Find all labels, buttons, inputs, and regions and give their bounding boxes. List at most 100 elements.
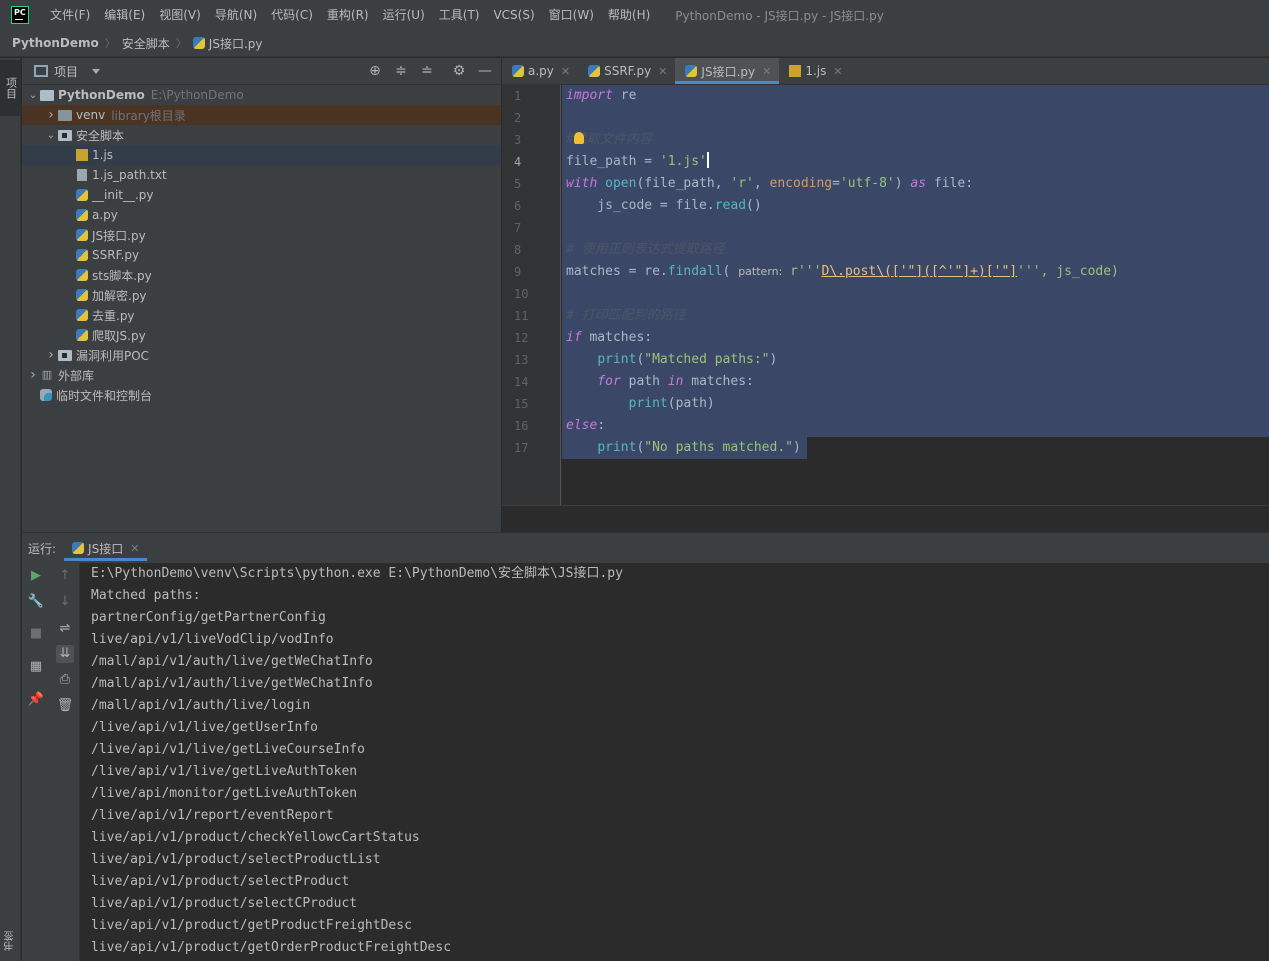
bookmarks-tool-button[interactable]: 书签 — [0, 921, 21, 961]
code-token: js_code = file. — [566, 198, 715, 213]
menu-item[interactable]: 运行(U) — [376, 0, 432, 30]
tree-item[interactable]: 临时文件和控制台 — [22, 385, 501, 405]
close-icon[interactable]: ✕ — [658, 65, 667, 78]
console-line: Matched paths: — [91, 588, 201, 603]
code-line-5[interactable]: with open(file_path, 'r', encoding='utf-… — [562, 173, 1269, 195]
code-line-9[interactable]: matches = re.findall( pattern: r'''D\.po… — [562, 261, 1269, 283]
code-token: read — [714, 198, 747, 213]
breadcrumb-folder[interactable]: 安全脚本 — [122, 35, 170, 52]
close-icon[interactable]: ✕ — [130, 542, 139, 555]
menu-item[interactable]: 视图(V) — [152, 0, 208, 30]
soft-wrap-icon[interactable]: ⇌ — [56, 620, 74, 638]
menu-item[interactable]: 重构(R) — [320, 0, 376, 30]
tree-item[interactable]: ⌄ PythonDemo E:\PythonDemo — [22, 85, 501, 105]
code-lines[interactable]: import re #读取文件内容 file_path = '1.js' wit… — [562, 85, 1269, 459]
tree-item[interactable]: a.py — [22, 205, 501, 225]
menu-item[interactable]: 导航(N) — [208, 0, 264, 30]
code-line-8[interactable]: # 使用正则表达式提取路径 — [562, 239, 1269, 261]
editor-tab[interactable]: a.py ✕ — [502, 58, 578, 84]
menu-item[interactable]: 文件(F) — [43, 0, 97, 30]
menu-item[interactable]: 帮助(H) — [601, 0, 657, 30]
tree-item[interactable]: 1.js_path.txt — [22, 165, 501, 185]
tree-item[interactable]: JS接口.py — [22, 225, 501, 245]
code-line-12[interactable]: if matches: — [562, 327, 1269, 349]
code-area[interactable]: 1 2 3 4 5 6 7 8 9 10 11 12 13 14 15 16 17 import re #读取文… — [502, 85, 1269, 505]
project-tool-button[interactable]: 项目 — [0, 60, 21, 116]
scroll-end-icon[interactable]: ⇊ — [56, 645, 74, 663]
chevron-down-icon[interactable]: ⌄ — [44, 130, 58, 141]
editor-tab[interactable]: 1.js ✕ — [779, 58, 850, 84]
python-file-icon — [685, 65, 698, 77]
tree-item[interactable]: › venv library根目录 — [22, 105, 501, 125]
menu-item[interactable]: 工具(T) — [432, 0, 487, 30]
code-line-1[interactable]: import re — [562, 85, 1269, 107]
code-token: print — [597, 352, 637, 367]
tree-item[interactable]: SSRF.py — [22, 245, 501, 265]
close-icon[interactable]: ✕ — [561, 65, 570, 78]
code-line-6[interactable]: js_code = file.read() — [562, 195, 1269, 217]
line-number: 7 — [514, 221, 522, 235]
menu-item[interactable]: 代码(C) — [264, 0, 320, 30]
tree-item[interactable]: 去重.py — [22, 305, 501, 325]
run-icon[interactable]: ▶ — [27, 567, 45, 585]
locate-icon[interactable]: ⊕ — [367, 63, 383, 79]
trash-icon[interactable]: 🗑 — [56, 697, 74, 715]
console-line: live/api/v1/product/selectCProduct — [91, 896, 358, 911]
menu-item[interactable]: 编辑(E) — [97, 0, 152, 30]
code-line-16[interactable]: else: — [562, 415, 1269, 437]
down-arrow-icon[interactable]: ↓ — [56, 593, 74, 611]
code-line-7[interactable] — [562, 217, 1269, 239]
print-icon[interactable]: ⎙ — [56, 671, 74, 689]
chevron-down-icon[interactable]: ⌄ — [26, 90, 40, 101]
chevron-right-icon[interactable]: › — [44, 347, 58, 363]
stop-icon[interactable]: ■ — [27, 625, 45, 643]
layout-icon[interactable]: ▦ — [27, 658, 45, 676]
tree-item-label: 加解密.py — [92, 288, 147, 303]
pin-icon[interactable]: 📌 — [27, 691, 45, 709]
code-line-15[interactable]: print(path) — [562, 393, 1269, 415]
breadcrumb-file[interactable]: JS接口.py — [192, 35, 262, 52]
project-panel-title[interactable]: 项目 — [54, 63, 78, 80]
tree-item[interactable]: 爬取JS.py — [22, 325, 501, 345]
run-tab-label: JS接口 — [88, 541, 124, 556]
tree-item[interactable]: 1.js — [22, 145, 501, 165]
run-tab-js-interface[interactable]: JS接口 ✕ — [64, 533, 148, 563]
code-line-4[interactable]: file_path = '1.js' — [562, 151, 1269, 173]
tree-item[interactable]: 加解密.py — [22, 285, 501, 305]
code-line-10[interactable] — [562, 283, 1269, 305]
expand-all-icon[interactable]: ≑ — [393, 63, 409, 79]
code-line-17[interactable]: print("No paths matched.") — [562, 437, 1269, 459]
code-line-13[interactable]: print("Matched paths:") — [562, 349, 1269, 371]
console-output[interactable]: E:\PythonDemo\venv\Scripts\python.exe E:… — [81, 563, 1269, 961]
tree-item[interactable]: __init__.py — [22, 185, 501, 205]
collapse-all-icon[interactable]: ≐ — [419, 63, 435, 79]
minimize-icon[interactable]: — — [477, 63, 493, 79]
chevron-down-icon[interactable] — [92, 68, 101, 74]
tree-item[interactable]: › 漏洞利用POC — [22, 345, 501, 365]
close-icon[interactable]: ✕ — [762, 65, 771, 78]
editor-tab[interactable]: JS接口.py ✕ — [675, 58, 780, 84]
breadcrumb-project[interactable]: PythonDemo — [12, 36, 99, 50]
tree-item-hint: library根目录 — [111, 108, 186, 123]
code-line-3[interactable]: #读取文件内容 — [562, 129, 1269, 151]
editor-tab[interactable]: SSRF.py ✕ — [578, 58, 675, 84]
menu-item[interactable]: VCS(S) — [486, 0, 541, 30]
code-token: file: — [926, 176, 974, 191]
chevron-right-icon[interactable]: › — [44, 107, 58, 123]
up-arrow-icon[interactable]: ↑ — [56, 567, 74, 585]
tree-item[interactable]: › ▥ 外部库 — [22, 365, 501, 385]
wrench-icon[interactable]: 🔧 — [27, 593, 45, 611]
code-line-14[interactable]: for path in matches: — [562, 371, 1269, 393]
code-line-11[interactable]: # 打印匹配到的路径 — [562, 305, 1269, 327]
tree-item[interactable]: sts脚本.py — [22, 265, 501, 285]
menu-item[interactable]: 窗口(W) — [542, 0, 601, 30]
close-icon[interactable]: ✕ — [833, 65, 842, 78]
tree-item-label: 漏洞利用POC — [76, 348, 150, 363]
gear-icon[interactable]: ⚙ — [451, 63, 467, 79]
code-line-2[interactable] — [562, 107, 1269, 129]
tree-item[interactable]: ⌄ 安全脚本 — [22, 125, 501, 145]
tree-item-label: 1.js — [92, 148, 114, 162]
bulb-icon[interactable] — [574, 132, 584, 144]
chevron-right-icon[interactable]: › — [26, 367, 40, 383]
